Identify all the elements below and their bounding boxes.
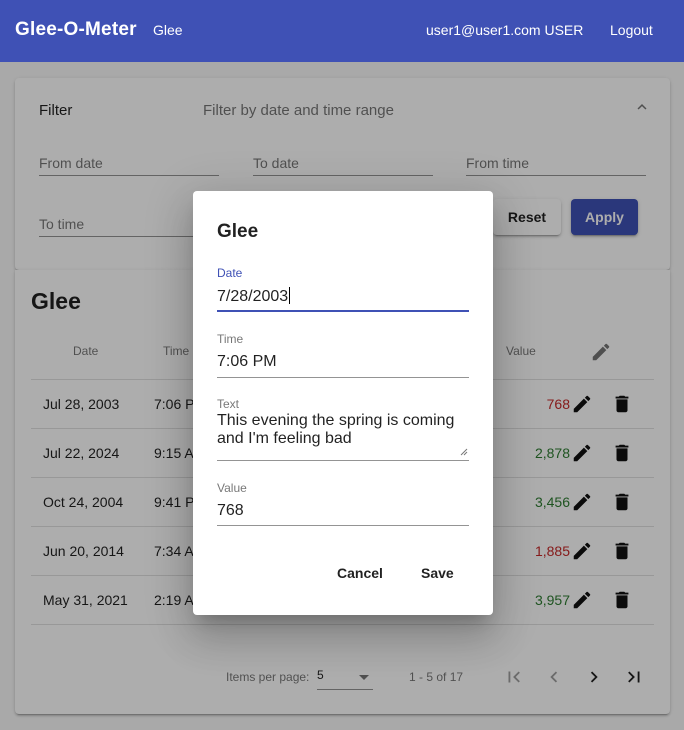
dialog-title: Glee: [217, 221, 259, 242]
user-label: user1@user1.com USER: [426, 22, 584, 38]
app-title[interactable]: Glee-O-Meter: [15, 19, 137, 41]
save-button[interactable]: Save: [421, 565, 454, 581]
cancel-button[interactable]: Cancel: [337, 565, 383, 581]
time-field[interactable]: Time 7:06 PM: [217, 332, 469, 379]
date-input-value[interactable]: 7/28/2003: [217, 287, 291, 306]
time-underline: [217, 377, 469, 378]
value-underline: [217, 525, 469, 526]
top-toolbar: Glee-O-Meter Glee user1@user1.com USER L…: [0, 0, 684, 62]
date-underline: [217, 310, 469, 312]
text-cursor: [289, 287, 291, 304]
text-area[interactable]: This evening the spring is coming and I'…: [217, 412, 469, 452]
date-label: Date: [217, 266, 243, 280]
time-label: Time: [217, 332, 244, 346]
resize-handle-icon[interactable]: [460, 448, 468, 456]
time-input-value[interactable]: 7:06 PM: [217, 353, 277, 371]
nav-link-glee[interactable]: Glee: [153, 22, 183, 38]
value-field[interactable]: Value 768: [217, 481, 469, 528]
text-label: Text: [217, 397, 240, 411]
date-field[interactable]: Date 7/28/2003: [217, 266, 469, 313]
value-input-value[interactable]: 768: [217, 502, 244, 520]
edit-glee-dialog: Glee Date 7/28/2003 Time 7:06 PM Text Th…: [193, 191, 493, 615]
value-label: Value: [217, 481, 247, 495]
text-underline: [217, 460, 469, 461]
text-field[interactable]: Text This evening the spring is coming a…: [217, 397, 469, 461]
logout-button[interactable]: Logout: [610, 22, 653, 38]
